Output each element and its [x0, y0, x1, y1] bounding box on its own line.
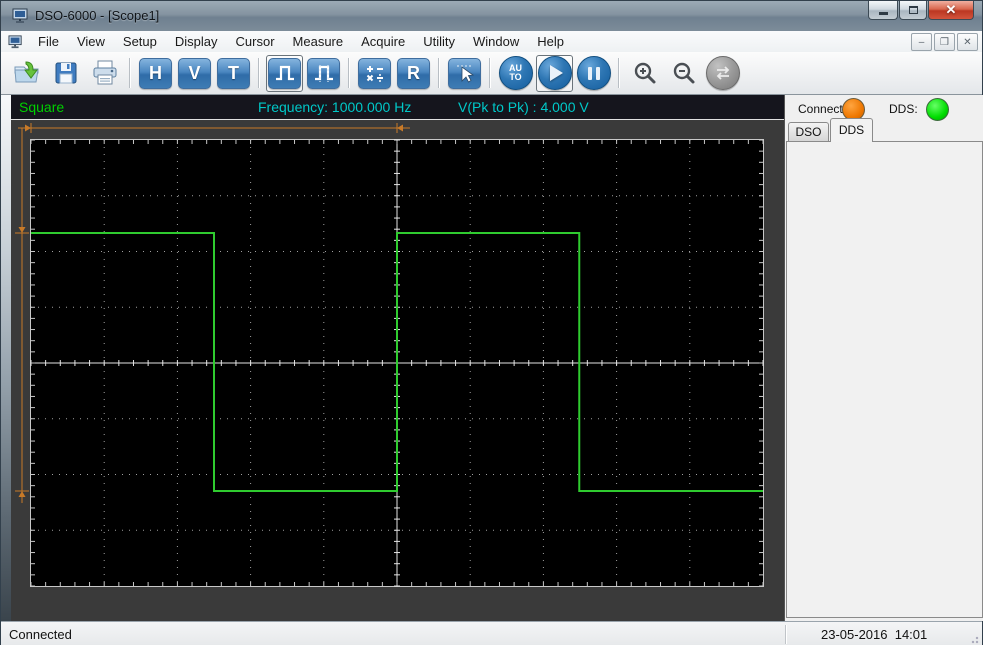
horizontal-button[interactable]: H [137, 55, 174, 92]
toolbar-separator [129, 58, 131, 88]
zoom-out-icon [673, 62, 694, 84]
cursor-measure-button[interactable] [446, 55, 483, 92]
math-operators-icon [358, 57, 391, 89]
toolbar-separator [618, 58, 620, 88]
h-letter-icon: H [139, 57, 172, 89]
app-window: DSO-6000 - [Scope1] ✕ File View Setup Di… [0, 0, 983, 645]
measurement-readout-bar: Square Frequency: 1000.000 Hz V(Pk to Pk… [11, 95, 784, 120]
status-bar: Connected 23-05-2016 14:01 [1, 621, 982, 645]
menu-window[interactable]: Window [464, 32, 528, 51]
menu-acquire[interactable]: Acquire [352, 32, 414, 51]
scope-window: Square Frequency: 1000.000 Hz V(Pk to Pk… [11, 95, 784, 621]
maximize-button[interactable] [899, 1, 927, 20]
title-bar[interactable]: DSO-6000 - [Scope1] ✕ [1, 1, 982, 32]
menu-bar: File View Setup Display Cursor Measure A… [1, 31, 982, 53]
datetime-display: 23-05-2016 14:01 [821, 627, 928, 642]
print-button[interactable] [86, 55, 123, 92]
minimize-icon [878, 12, 888, 15]
oscilloscope-display [11, 120, 784, 620]
run-button[interactable] [536, 54, 573, 92]
auto-setup-button[interactable]: AU TO [497, 55, 534, 92]
frequency-readout: Frequency: 1000.000 Hz [258, 99, 412, 115]
save-button[interactable] [47, 55, 84, 92]
connect-label: Connect: [798, 102, 847, 116]
menu-utility[interactable]: Utility [414, 32, 464, 51]
open-file-button[interactable] [8, 55, 45, 92]
transfer-button[interactable] [704, 55, 741, 92]
auto-icon: AU TO [498, 56, 533, 90]
tab-dds[interactable]: DDS [830, 118, 873, 142]
toolbar: H V T R AU TO [1, 52, 982, 95]
menu-display[interactable]: Display [166, 32, 227, 51]
toolbar-separator [489, 58, 491, 88]
maximize-icon [908, 6, 918, 14]
menu-help[interactable]: Help [528, 32, 573, 51]
menu-measure[interactable]: Measure [284, 32, 353, 51]
menu-setup[interactable]: Setup [114, 32, 166, 51]
wave-type-readout: Square [19, 99, 65, 115]
mdi-child-icon[interactable] [8, 34, 23, 49]
dds-tab-page [786, 141, 983, 618]
swap-arrows-icon [705, 56, 740, 90]
trigger-button[interactable]: T [215, 55, 252, 92]
control-panel: Connect: DDS: DSO DDS ✓ On / Off Single … [784, 95, 983, 621]
printer-icon [93, 60, 116, 85]
close-icon: ✕ [945, 2, 957, 17]
toolbar-separator [348, 58, 350, 88]
floppy-disk-icon [55, 62, 76, 84]
math-button[interactable] [356, 55, 393, 92]
zoom-out-button[interactable] [665, 55, 702, 92]
play-icon [537, 56, 572, 90]
pause-button[interactable] [575, 55, 612, 92]
menu-view[interactable]: View [68, 32, 114, 51]
pause-icon [576, 56, 611, 90]
client-area: Square Frequency: 1000.000 Hz V(Pk to Pk… [1, 95, 983, 621]
minimize-button[interactable] [868, 1, 898, 20]
square-wave-alt-button[interactable] [305, 55, 342, 92]
menu-file[interactable]: File [29, 32, 68, 51]
open-folder-icon [13, 61, 39, 83]
mdi-restore-button[interactable]: ❐ [934, 33, 955, 51]
t-letter-icon: T [217, 57, 250, 89]
pointer-icon [448, 57, 481, 89]
statusbar-divider [785, 625, 787, 644]
menu-cursor[interactable]: Cursor [227, 32, 284, 51]
window-title: DSO-6000 - [Scope1] [35, 8, 160, 23]
toolbar-separator [438, 58, 440, 88]
close-button[interactable]: ✕ [928, 1, 974, 20]
app-icon [12, 8, 29, 24]
tab-dso[interactable]: DSO [788, 122, 829, 141]
zoom-in-icon [634, 62, 655, 84]
r-letter-icon: R [397, 57, 430, 89]
zoom-in-button[interactable] [626, 55, 663, 92]
vpk-readout: V(Pk to Pk) : 4.000 V [458, 99, 589, 115]
dds-label: DDS: [889, 102, 918, 116]
connection-status: Connected [9, 627, 72, 642]
mdi-minimize-button[interactable]: – [911, 33, 932, 51]
v-letter-icon: V [178, 57, 211, 89]
mdi-close-button[interactable]: ✕ [957, 33, 978, 51]
vertical-button[interactable]: V [176, 55, 213, 92]
square-wave-icon [268, 57, 301, 89]
square-wave-button[interactable] [266, 54, 303, 92]
toolbar-separator [258, 58, 260, 88]
reference-button[interactable]: R [395, 55, 432, 92]
square-wave-dashed-icon [307, 57, 340, 89]
resize-grip[interactable] [968, 633, 980, 645]
dds-status-led [926, 98, 949, 121]
